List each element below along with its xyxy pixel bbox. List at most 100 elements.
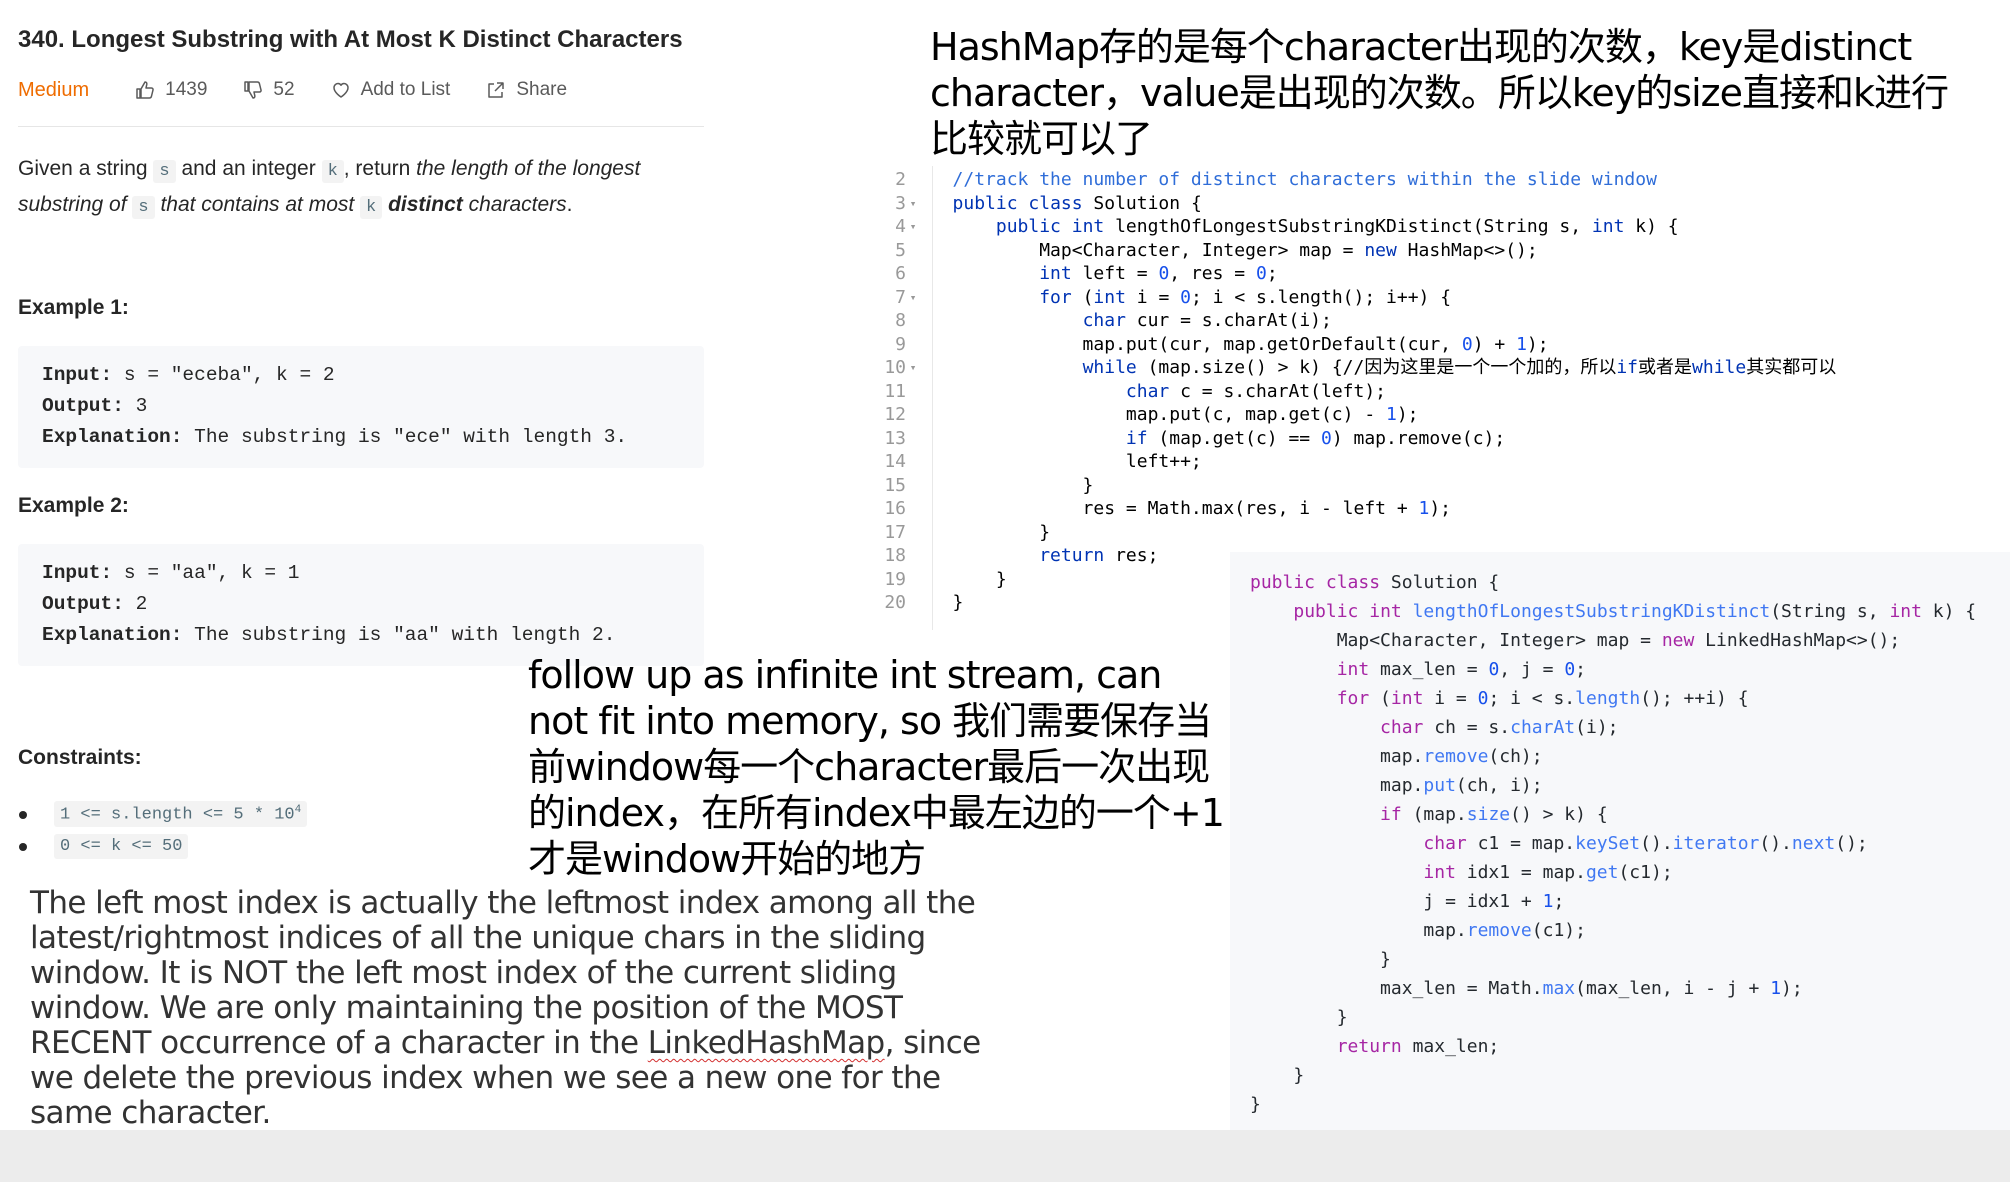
line-number: 5 <box>895 239 906 261</box>
code-line: 17 } <box>880 521 1050 545</box>
code-line: 12 map.put(c, map.get(c) - 1); <box>880 403 1418 427</box>
code-line: 20 } <box>880 591 963 615</box>
code-line: 4 ▾ public int lengthOfLongestSubstringKD… <box>880 215 1679 239</box>
note-leftmost-index-explanation: The left most index is actually the left… <box>30 886 1020 1131</box>
code-text: } <box>920 568 1007 590</box>
fold-arrow-icon[interactable]: ▾ <box>906 215 920 239</box>
constraints-heading: Constraints: <box>18 746 142 769</box>
example-explanation-value: The substring is "ece" with length 3. <box>182 426 628 448</box>
example1-box: Input: s = "eceba", k = 2 Output: 3 Expl… <box>18 346 704 468</box>
example-output-label: Output: <box>42 593 124 615</box>
line-number: 13 <box>884 427 906 449</box>
code-line: 15 } <box>880 474 1093 498</box>
code-line: } <box>1250 949 1391 970</box>
code-line: for (int i = 0; i < s.length(); ++i) { <box>1336 688 1749 709</box>
constraints-list: 1 <= s.length <= 5 * 104 0 <= k <= 50 <box>18 798 308 862</box>
desc-text: . <box>566 193 573 216</box>
code-line: 6 int left = 0, res = 0; <box>880 262 1278 286</box>
share-label: Share <box>516 79 568 100</box>
dislike-button[interactable]: 52 <box>243 79 295 101</box>
example-explanation-label: Explanation: <box>42 426 183 448</box>
problem-meta-row: Medium 1439 52 Add to List Share <box>18 76 603 104</box>
line-number: 14 <box>884 451 906 472</box>
line-number: 11 <box>884 380 906 402</box>
code-text: //track the number of distinct character… <box>952 169 1657 190</box>
desc-text: and an integer <box>175 157 322 180</box>
line-number: 7 <box>895 286 906 308</box>
code-line: return max_len; <box>1336 1036 1500 1057</box>
header-divider <box>18 126 704 127</box>
code-text: char c = s.charAt(left); <box>1125 380 1387 402</box>
heart-icon <box>332 82 349 98</box>
example-input-label: Input: <box>42 364 113 386</box>
code-line: if (map.size() > k) { <box>1380 804 1608 825</box>
line-number: 18 <box>884 545 906 566</box>
line-number: 16 <box>884 498 906 519</box>
desc-code-k: k <box>321 160 344 183</box>
code-line: Map<Character, Integer> map = new Linked… <box>1250 630 1901 651</box>
line-number: 9 <box>895 333 906 355</box>
fold-arrow-icon[interactable]: ▾ <box>906 192 920 216</box>
constraint-item: 1 <= s.length <= 5 * 104 <box>18 798 308 830</box>
code-text: while (map.size() > k) {//因为这里是一个一个加的，所以… <box>1082 357 1837 378</box>
example1-heading: Example 1: <box>18 296 129 319</box>
code-text: return res; <box>1039 545 1159 566</box>
note-follow-up: follow up as infinite int stream, can no… <box>528 653 1225 881</box>
example-output-label: Output: <box>42 395 124 417</box>
line-number: 4 <box>895 216 906 237</box>
code-line: 10 ▾ while (map.size() > k) {//因为这里是一个一个加… <box>880 356 1836 380</box>
thumbs-down-icon <box>244 81 263 99</box>
fold-arrow-icon[interactable]: ▾ <box>906 286 920 310</box>
desc-code-s: s <box>153 160 176 183</box>
constraint-text: 1 <= s.length <= 5 * 10 <box>60 805 295 825</box>
constraint-code: 0 <= k <= 50 <box>54 833 189 859</box>
add-to-list-button[interactable]: Add to List <box>331 79 450 101</box>
code-line: } <box>1250 1065 1305 1086</box>
code-text: char cur = s.charAt(i); <box>1082 310 1332 331</box>
note-english-spellcheck-word: LinkedHashMap <box>647 1025 885 1061</box>
line-number: 6 <box>895 263 906 284</box>
code-line: map.put(ch, i); <box>1250 775 1543 796</box>
problem-description: Given a string s and an integer k, retur… <box>18 152 718 224</box>
code-line: max_len = Math.max(max_len, i - j + 1); <box>1250 978 1803 999</box>
code-line: 18 return res; <box>880 544 1158 568</box>
code-line: int idx1 = map.get(c1); <box>1423 862 1673 883</box>
constraint-text: 0 <= k <= 50 <box>60 836 183 856</box>
desc-emphasis: characters <box>462 193 567 216</box>
code-line: 9 map.put(cur, map.getOrDefault(cur, 0) … <box>880 333 1548 357</box>
constraint-item: 0 <= k <= 50 <box>18 830 307 862</box>
share-button[interactable]: Share <box>486 79 567 101</box>
code-line: 14 left++; <box>880 450 1201 474</box>
line-number: 19 <box>884 568 906 590</box>
desc-text: , return <box>343 157 417 180</box>
fold-arrow-icon[interactable]: ▾ <box>906 356 920 380</box>
code-line: j = idx1 + 1; <box>1250 891 1565 912</box>
desc-emphasis: that contains at most <box>154 193 361 216</box>
desc-code-k: k <box>360 196 383 219</box>
desc-emphasis-bold: distinct <box>388 193 463 216</box>
code-line: } <box>1250 1007 1348 1028</box>
code-line: int max_len = 0, j = 0; <box>1336 659 1586 680</box>
code-line: char c1 = map.keySet().iterator().next()… <box>1423 833 1868 854</box>
line-number: 20 <box>884 592 906 613</box>
code-text: public int lengthOfLongestSubstringKDist… <box>995 216 1679 237</box>
code-line: map.remove(ch); <box>1250 746 1543 767</box>
example-input-label: Input: <box>42 562 113 584</box>
constraint-exponent: 4 <box>294 803 302 816</box>
example-explanation-label: Explanation: <box>42 624 183 646</box>
code-line: char ch = s.charAt(i); <box>1380 717 1619 738</box>
like-button[interactable]: 1439 <box>135 79 207 101</box>
code-text: if (map.get(c) == 0) map.remove(c); <box>1125 427 1506 449</box>
line-number: 10 <box>884 357 906 378</box>
example2-heading: Example 2: <box>18 494 129 517</box>
code-editor-linkedhashmap[interactable]: public class Solution { public int lengt… <box>1230 552 2010 1130</box>
share-icon <box>488 82 505 98</box>
code-line: 2 //track the number of distinct charact… <box>880 168 1657 192</box>
like-count: 1439 <box>165 79 208 100</box>
example2-box: Input: s = "aa", k = 1 Output: 2 Explana… <box>18 544 704 666</box>
